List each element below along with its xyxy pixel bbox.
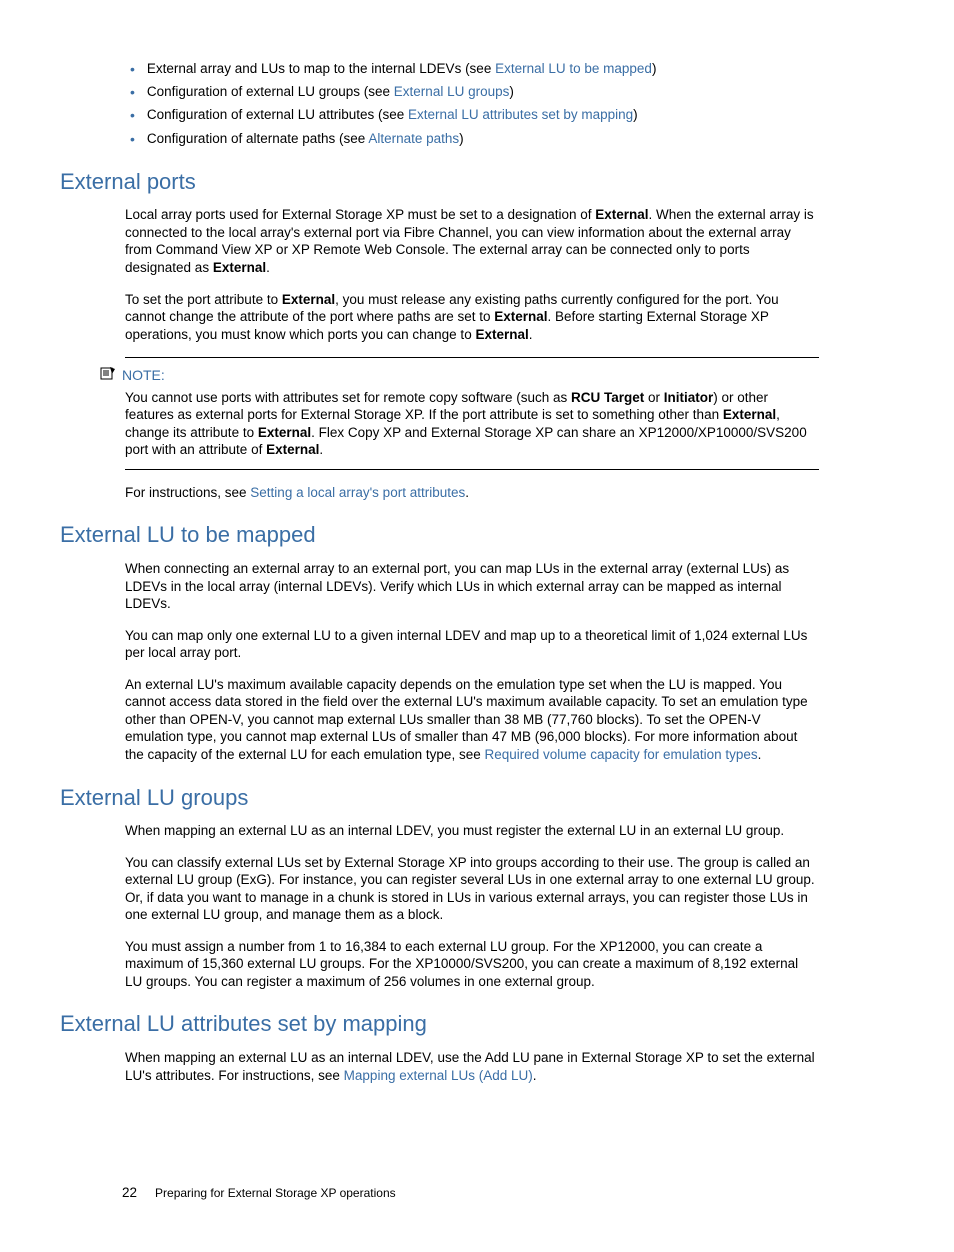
paragraph: You must assign a number from 1 to 16,38… <box>125 938 819 991</box>
bullet-list: • External array and LUs to map to the i… <box>130 60 819 148</box>
bullet-text: Configuration of alternate paths (see Al… <box>147 130 819 148</box>
link-required-volume-capacity[interactable]: Required volume capacity for emulation t… <box>484 747 757 762</box>
note-label: NOTE: <box>122 366 165 384</box>
heading-external-lu-groups: External LU groups <box>60 784 819 813</box>
page-footer: 22 Preparing for External Storage XP oper… <box>122 1184 819 1202</box>
link-external-lu-groups[interactable]: External LU groups <box>394 84 510 99</box>
list-item: • Configuration of alternate paths (see … <box>130 130 819 148</box>
bullet-icon: • <box>130 60 135 78</box>
link-external-lu-attributes[interactable]: External LU attributes set by mapping <box>408 107 633 122</box>
list-item: • Configuration of external LU attribute… <box>130 106 819 124</box>
bullet-icon: • <box>130 130 135 148</box>
heading-external-ports: External ports <box>60 168 819 197</box>
note-block: NOTE: You cannot use ports with attribut… <box>125 357 819 470</box>
bullet-text: Configuration of external LU attributes … <box>147 106 819 124</box>
paragraph: When connecting an external array to an … <box>125 560 819 613</box>
heading-external-lu-attributes: External LU attributes set by mapping <box>60 1010 819 1039</box>
paragraph: To set the port attribute to External, y… <box>125 291 819 344</box>
bullet-icon: • <box>130 83 135 101</box>
bullet-text: Configuration of external LU groups (see… <box>147 83 819 101</box>
link-alternate-paths[interactable]: Alternate paths <box>368 131 459 146</box>
footer-title: Preparing for External Storage XP operat… <box>155 1186 396 1200</box>
link-external-lu-mapped[interactable]: External LU to be mapped <box>495 61 652 76</box>
bullet-text: External array and LUs to map to the int… <box>147 60 819 78</box>
heading-external-lu-mapped: External LU to be mapped <box>60 521 819 550</box>
bullet-icon: • <box>130 106 135 124</box>
link-setting-port-attributes[interactable]: Setting a local array's port attributes <box>250 485 465 500</box>
paragraph: Local array ports used for External Stor… <box>125 206 819 276</box>
note-icon <box>100 366 122 385</box>
link-mapping-external-lus[interactable]: Mapping external LUs (Add LU) <box>344 1068 533 1083</box>
paragraph: An external LU's maximum available capac… <box>125 676 819 764</box>
paragraph: You can map only one external LU to a gi… <box>125 627 819 662</box>
paragraph: For instructions, see Setting a local ar… <box>125 484 819 502</box>
list-item: • Configuration of external LU groups (s… <box>130 83 819 101</box>
paragraph: When mapping an external LU as an intern… <box>125 1049 819 1084</box>
note-body: You cannot use ports with attributes set… <box>125 389 819 459</box>
page-number: 22 <box>122 1185 137 1200</box>
paragraph: You can classify external LUs set by Ext… <box>125 854 819 924</box>
paragraph: When mapping an external LU as an intern… <box>125 822 819 840</box>
list-item: • External array and LUs to map to the i… <box>130 60 819 78</box>
